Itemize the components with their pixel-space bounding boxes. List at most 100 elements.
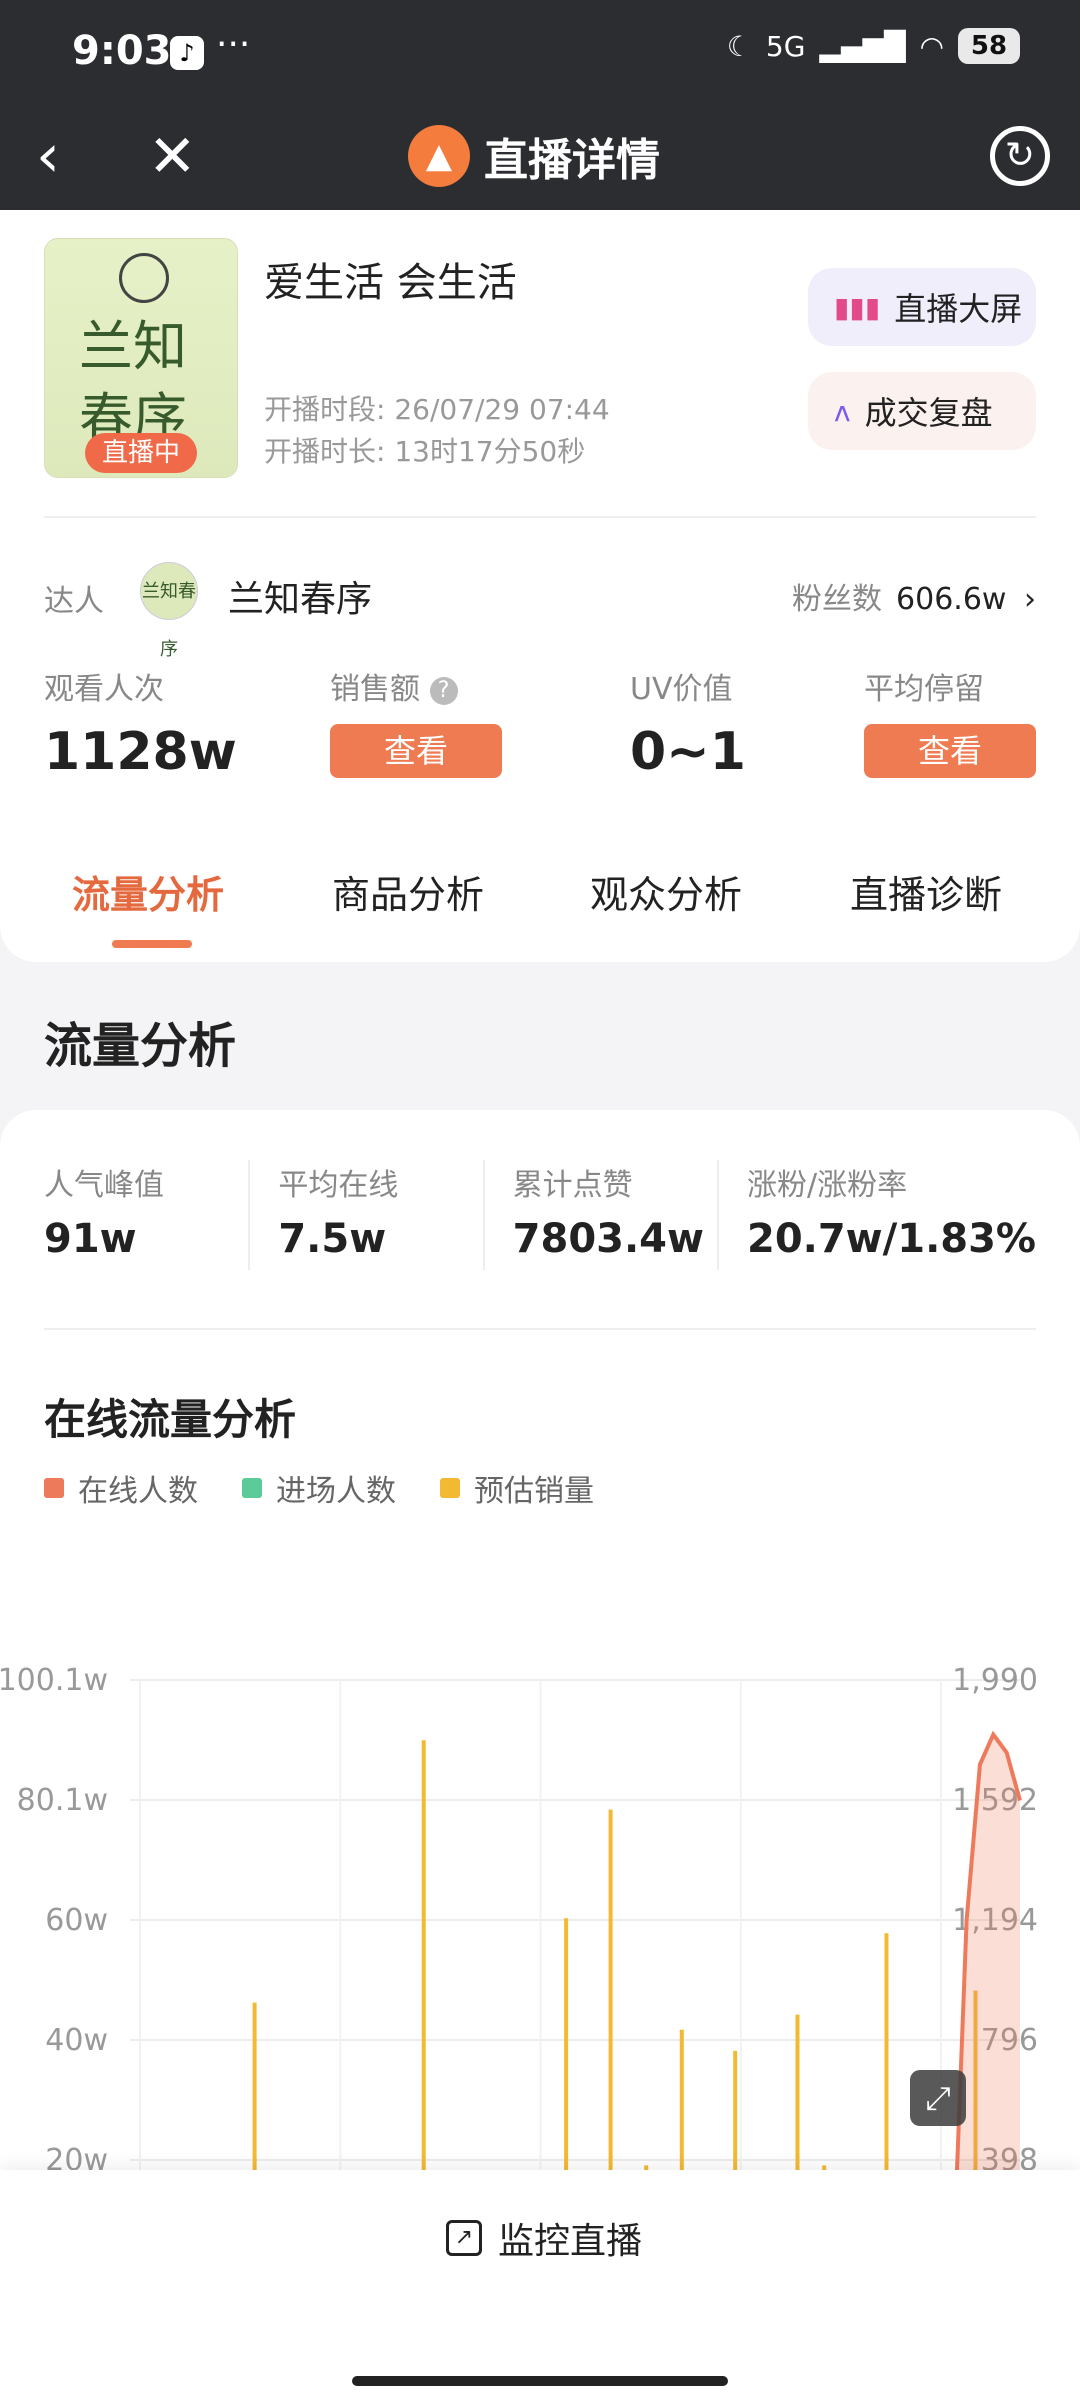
legend-swatch [440,1478,460,1498]
stat-views: 观看人次 1128w [44,664,237,782]
tiktok-icon: ♪ [170,36,204,70]
refresh-icon[interactable]: ↻ [990,126,1050,186]
bottom-bar: ↗ 监控直播 [0,2170,1080,2400]
start-label: 开播时段: [264,393,386,426]
left-axis-tick: 40w [45,2023,108,2058]
start-time-row: 开播时段: 26/07/29 07:44 [264,388,610,428]
page-title: 直播详情 [484,135,660,186]
network-label: 5G [765,29,806,63]
fans-count[interactable]: 粉丝数 606.6w › [792,574,1036,618]
section-title: 流量分析 [44,1018,237,1074]
kpi-label: 人气峰值 [44,1168,164,1203]
cover-logo-icon [119,253,169,303]
sales-label: 销售额 [330,672,420,707]
live-info-card: 兰知 春序 直播中 爱生活 会生活 开播时段: 26/07/29 07:44 开… [0,210,1080,962]
host-name: 兰知春序 [228,579,373,620]
legend-swatch [242,1478,262,1498]
kpi-avg-online: 平均在线 7.5w [250,1160,485,1270]
monitor-label: 监控直播 [498,2221,643,2262]
stream-title: 爱生活 会生活 [264,260,517,306]
status-bar: 9:03 ♪ ··· ☾ 5G ▂▄▆█ ◠ 58 [0,0,1080,108]
tab-traffic[interactable]: 流量分析 [72,864,224,919]
legend-label: 预估销量 [474,1474,594,1509]
tab-audience[interactable]: 观众分析 [590,864,742,919]
right-axis-tick: 1,990 [952,1663,1038,1698]
legend-label: 在线人数 [78,1474,198,1509]
host-avatar: 兰知春序 [140,562,198,660]
kpi-label: 涨粉/涨粉率 [746,1168,908,1203]
views-label: 观看人次 [44,672,164,707]
sales-view-button[interactable]: 查看 [330,724,502,778]
legend-item-entry[interactable]: 进场人数 [242,1466,396,1510]
active-tab-indicator [112,940,192,948]
kpi-value: 7803.4w [512,1216,704,1262]
chart-legend: 在线人数 进场人数 预估销量 [44,1466,594,1510]
battery-icon: 58 [958,28,1020,64]
divider [44,1328,1036,1330]
duration-row: 开播时长: 13时17分50秒 [264,430,585,470]
uv-value: 0~1 [630,722,746,782]
duration-label: 开播时长: [264,435,386,468]
signal-icon: ▂▄▆█ [819,29,906,63]
kpi-value: 7.5w [278,1216,387,1262]
left-axis-tick: 80.1w [17,1783,108,1818]
host-label: 达人 [44,584,104,619]
kpi-label: 平均在线 [278,1168,399,1203]
more-notifications-icon: ··· [216,24,251,65]
clock: 9:03 [72,28,172,74]
stat-uv: UV价值 0~1 [630,664,746,782]
monitor-chart-icon: ↗ [446,2220,482,2256]
kpi-label: 累计点赞 [512,1168,633,1203]
legend-label: 进场人数 [276,1474,396,1509]
left-axis-tick: 100.1w [0,1663,108,1698]
back-icon[interactable]: ‹ [36,126,60,186]
stay-view-button[interactable]: 查看 [864,724,1036,778]
live-screen-button[interactable]: ▮▮▮ 直播大屏 [808,268,1036,346]
tab-diagnosis[interactable]: 直播诊断 [850,864,1002,919]
sales-label-row: 销售额 ? [330,664,502,708]
tab-bar: 流量分析 商品分析 观众分析 直播诊断 [0,854,1080,954]
host-row[interactable]: 达人 兰知春序 兰知春序 粉丝数 606.6w › [44,556,1036,660]
stat-sales: 销售额 ? 查看 [330,664,502,778]
legend-swatch [44,1478,64,1498]
traffic-chart[interactable]: 100.1w 1,99080.1w 1,59260w 1,19440w 79620w 39… [0,1540,1080,2280]
nav-title-group: ▲ 直播详情 [408,124,660,188]
duration-value: 13时17分50秒 [394,435,586,468]
close-icon[interactable]: ✕ [148,126,197,186]
home-indicator [352,2376,728,2386]
uv-label: UV价值 [630,672,733,707]
nav-bar: ‹ ✕ ▲ 直播详情 ↻ [0,108,1080,210]
deal-review-label: 成交复盘 [864,394,993,432]
stay-label: 平均停留 [864,672,984,707]
live-cover[interactable]: 兰知 春序 直播中 [44,238,238,478]
kpi-row: 人气峰值 91w 平均在线 7.5w 累计点赞 7803.4w 涨粉/涨粉率 2… [44,1160,1036,1270]
tab-products[interactable]: 商品分析 [332,864,484,919]
chevron-right-icon: › [1024,582,1036,617]
kpi-value: 91w [44,1216,137,1262]
deal-review-button[interactable]: ʌ 成交复盘 [808,372,1036,450]
ai-icon: ʌ [834,394,851,428]
legend-item-online[interactable]: 在线人数 [44,1466,198,1510]
bar-chart-icon: ▮▮▮ [834,290,881,324]
fullscreen-icon[interactable]: ⤢ [910,2070,966,2126]
live-badge: 直播中 [85,433,197,473]
kpi-value: 20.7w/1.83% [746,1216,1037,1262]
live-screen-label: 直播大屏 [894,290,1023,328]
stat-stay: 平均停留 查看 [864,664,1036,778]
chart-title: 在线流量分析 [44,1395,297,1444]
fans-label: 粉丝数 [792,582,883,617]
legend-item-sales[interactable]: 预估销量 [440,1466,594,1510]
fans-value: 606.6w [896,582,1007,617]
app-logo-icon: ▲ [408,125,470,187]
kpi-likes: 累计点赞 7803.4w [485,1160,719,1270]
divider [44,516,1036,518]
start-value: 26/07/29 07:44 [394,393,610,426]
kpi-peak: 人气峰值 91w [44,1160,251,1270]
status-icons: ☾ 5G ▂▄▆█ ◠ 58 [727,28,1020,64]
monitor-live-button[interactable]: ↗ 监控直播 [446,2212,642,2264]
kpi-fans-growth: 涨粉/涨粉率 20.7w/1.83% [719,1160,1036,1270]
views-value: 1128w [44,722,237,782]
help-icon[interactable]: ? [429,676,458,705]
moon-icon: ☾ [726,29,752,63]
left-axis-tick: 60w [45,1903,108,1938]
